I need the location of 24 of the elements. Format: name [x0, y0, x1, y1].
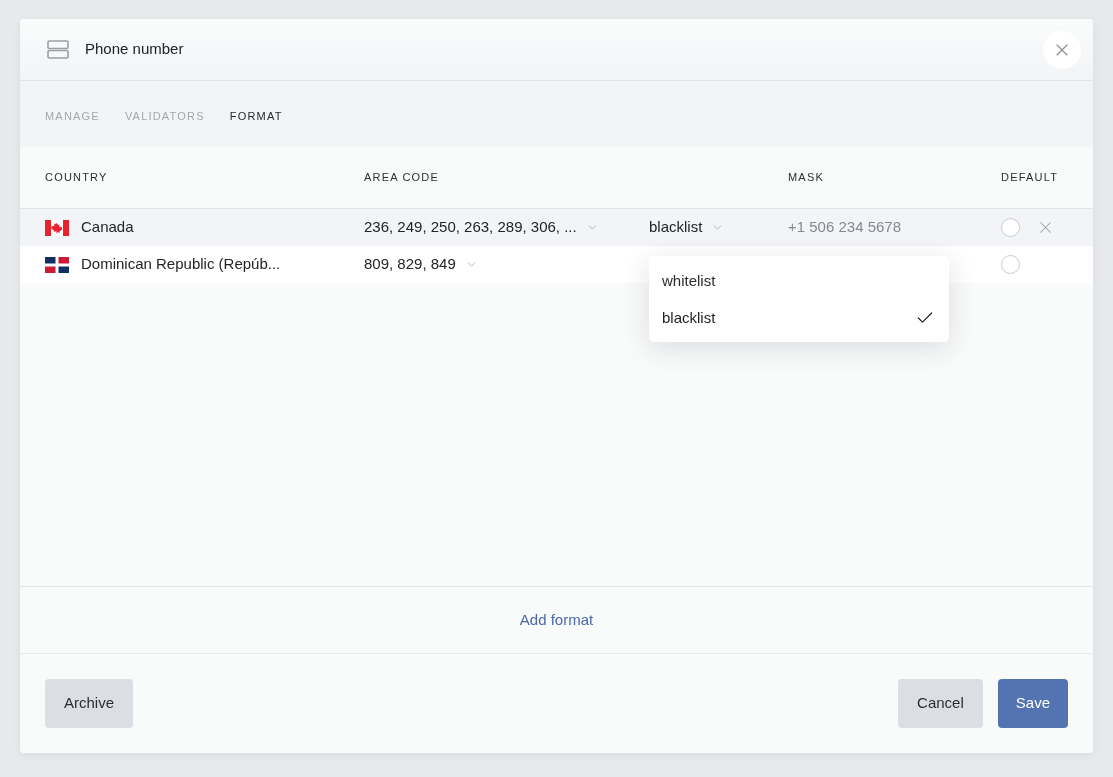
dialog-title: Phone number — [85, 39, 184, 60]
tab[interactable]: FORMAT — [229, 107, 283, 125]
save-button[interactable]: Save — [997, 679, 1068, 728]
secondary-button[interactable]: Archive — [45, 679, 134, 728]
area-code-select[interactable]: 809, 829, 849 — [364, 253, 478, 276]
column-header: DEFAULT — [1001, 170, 1059, 186]
secondary-button[interactable]: Cancel — [898, 679, 983, 728]
column-header: MASK — [788, 170, 824, 186]
column-header: COUNTRY — [45, 170, 108, 186]
default-radio[interactable] — [1001, 218, 1020, 237]
canada-flag-icon — [45, 219, 69, 236]
area-code-select[interactable]: 236, 249, 250, 263, 289, 306, ... — [364, 216, 599, 239]
country-name: Dominican Republic (Repúb... — [81, 254, 281, 275]
add-format-link[interactable]: Add format — [519, 608, 594, 632]
close-button[interactable] — [1043, 30, 1081, 69]
country-name: Canada — [81, 217, 134, 238]
dominican-flag-icon — [45, 256, 69, 273]
column-header: AREA CODE — [364, 170, 439, 186]
menu-item[interactable]: blacklist — [649, 299, 949, 337]
menu-item[interactable]: whitelist — [649, 262, 949, 300]
stacked-rows-icon — [47, 40, 69, 59]
mask-text: +1 506 234 5678 — [788, 217, 902, 238]
default-radio[interactable] — [1001, 255, 1020, 274]
list-type-select[interactable]: blacklist — [649, 216, 725, 239]
